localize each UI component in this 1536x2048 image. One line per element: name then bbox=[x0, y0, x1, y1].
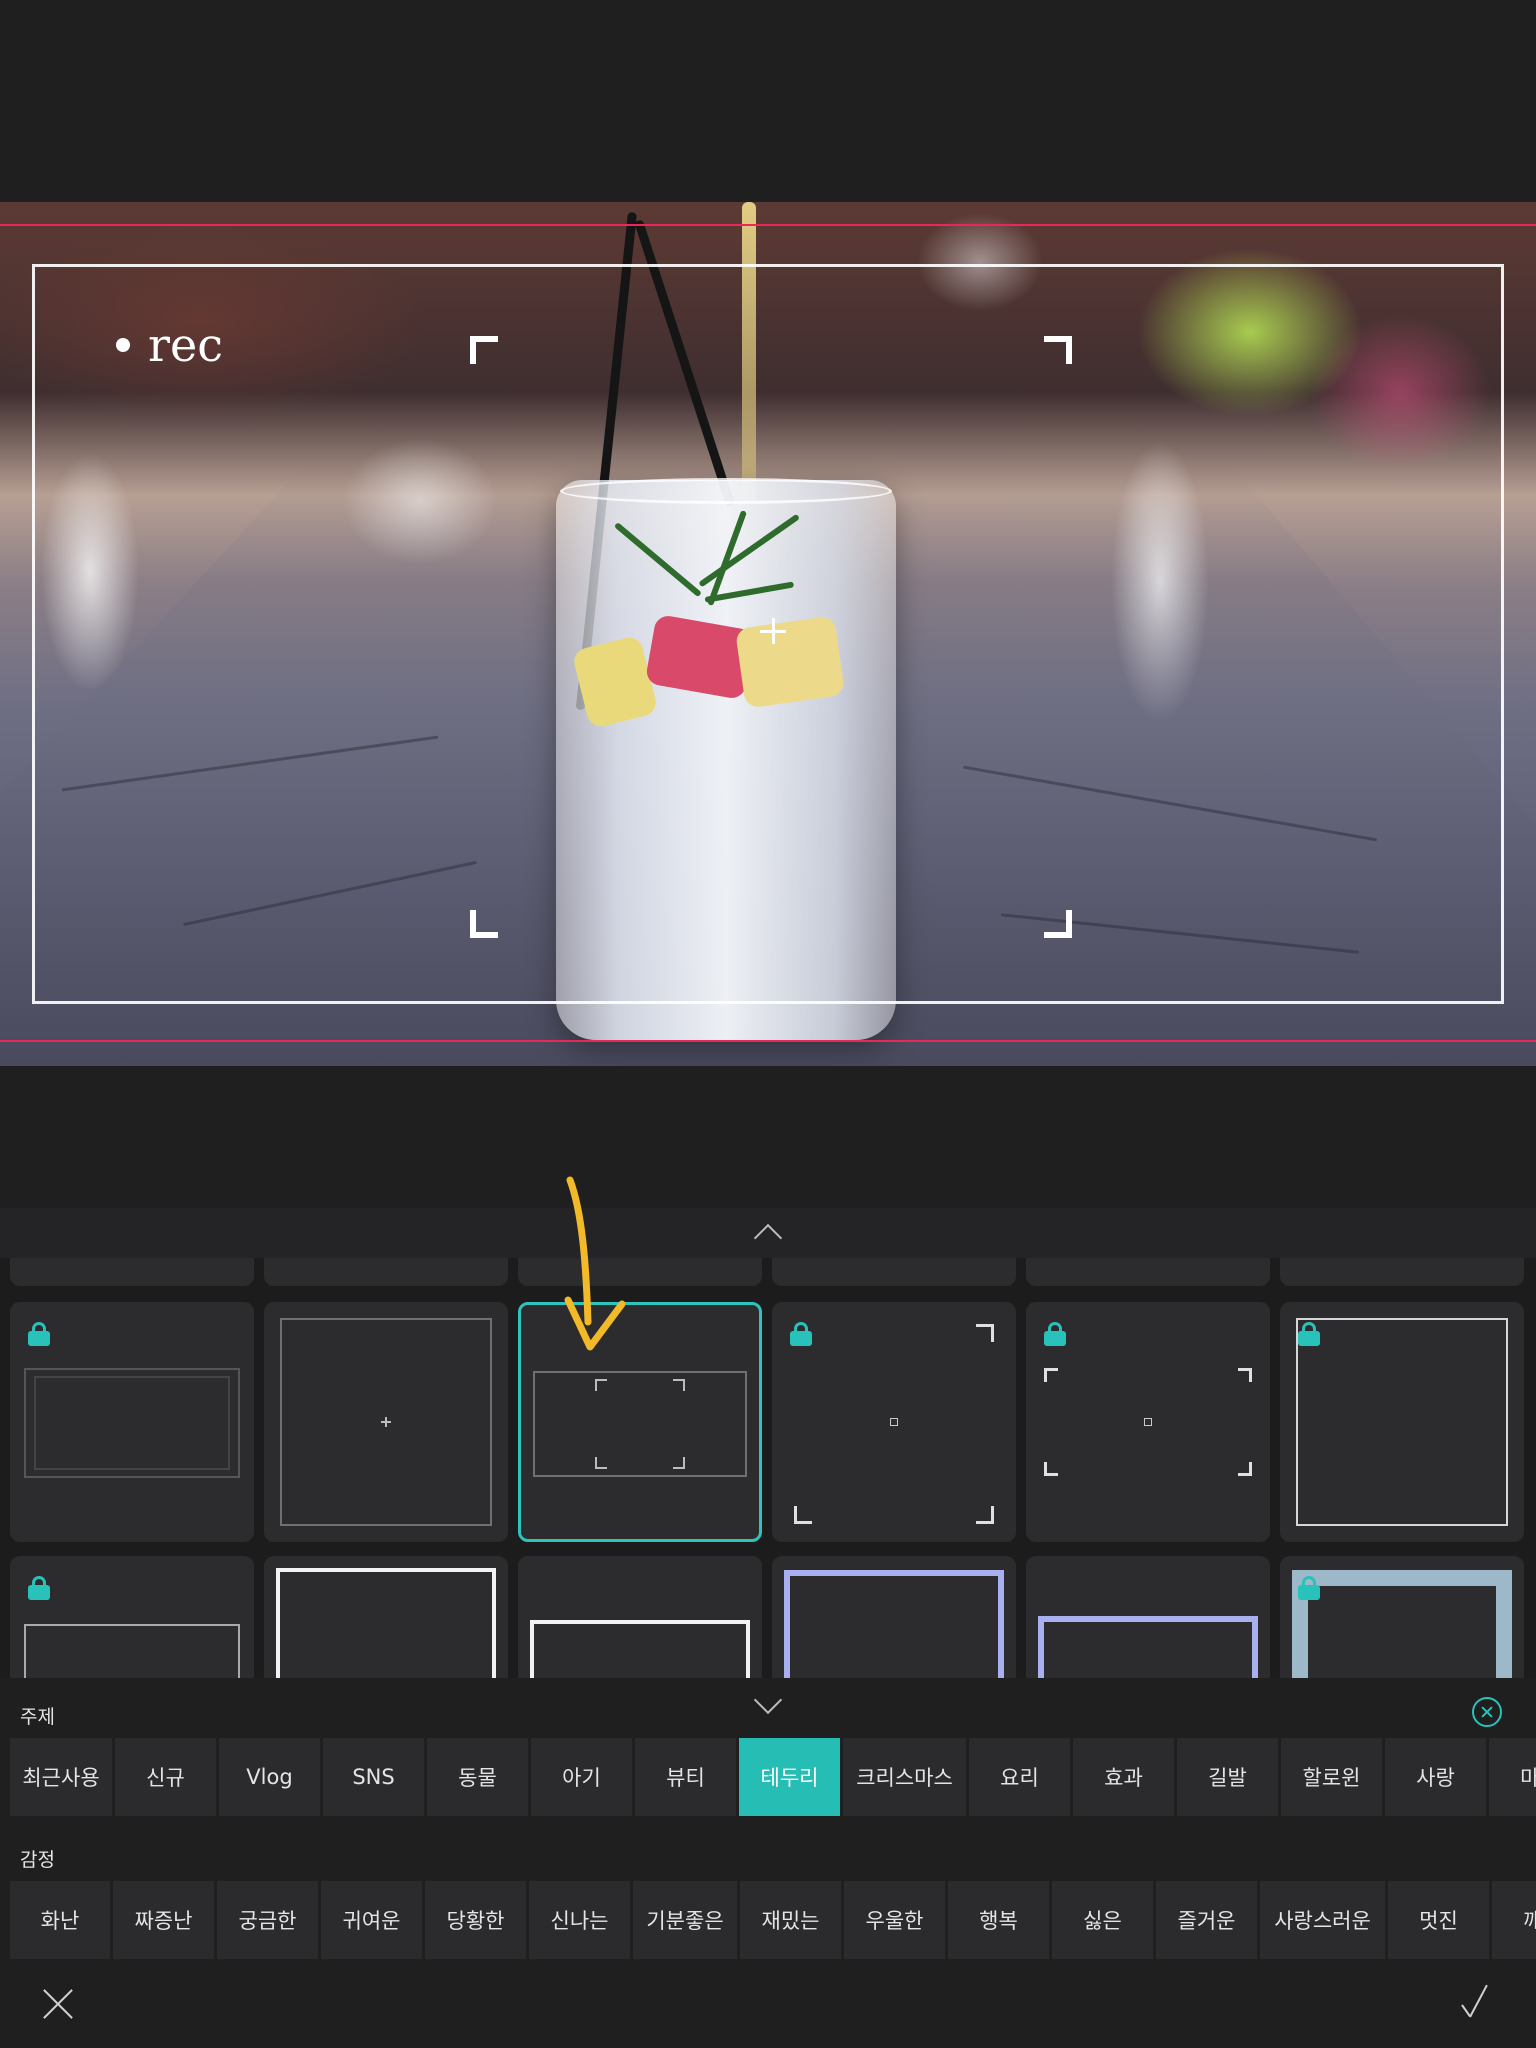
template-tile[interactable] bbox=[1026, 1258, 1270, 1286]
subject-category-row: 최근사용 신규 Vlog SNS 동물 아기 뷰티 테두리 크리스마스 요리 효… bbox=[10, 1738, 1536, 1816]
rec-dot-icon bbox=[116, 338, 130, 352]
chevron-down-icon[interactable] bbox=[753, 1685, 783, 1715]
subject-chip-effect[interactable]: 효과 bbox=[1073, 1738, 1174, 1816]
lock-icon bbox=[1044, 1322, 1066, 1346]
template-preview bbox=[34, 1376, 230, 1470]
emotion-chip-angry[interactable]: 화난 bbox=[10, 1881, 110, 1959]
template-tile[interactable] bbox=[10, 1258, 254, 1286]
emotion-chip-dislike[interactable]: 싫은 bbox=[1052, 1881, 1153, 1959]
emotion-chip-gloomy[interactable]: 우울한 bbox=[844, 1881, 945, 1959]
template-preview bbox=[533, 1371, 747, 1477]
corner-mark bbox=[1238, 1462, 1252, 1476]
template-tile[interactable] bbox=[1026, 1556, 1270, 1678]
check-icon[interactable] bbox=[1458, 1984, 1498, 2020]
template-tile[interactable] bbox=[10, 1556, 254, 1678]
emotion-chip-funny[interactable]: 재밌는 bbox=[740, 1881, 841, 1959]
template-tile[interactable] bbox=[518, 1302, 762, 1542]
template-preview bbox=[1038, 1616, 1258, 1678]
emotion-chip-cute[interactable]: 귀여운 bbox=[321, 1881, 422, 1959]
subject-chip-animal[interactable]: 동물 bbox=[427, 1738, 528, 1816]
center-mark bbox=[890, 1418, 898, 1426]
template-tile[interactable] bbox=[518, 1556, 762, 1678]
pointer-arrow-icon bbox=[564, 1176, 626, 1351]
emotion-chip-lovely[interactable]: 사랑스러운 bbox=[1260, 1881, 1385, 1959]
lock-icon bbox=[1298, 1576, 1320, 1600]
guide-line-top bbox=[0, 224, 1536, 226]
emotion-chip-joyful[interactable]: 즐거운 bbox=[1156, 1881, 1257, 1959]
lock-icon bbox=[28, 1576, 50, 1600]
focus-corner-top-right bbox=[1044, 336, 1072, 364]
center-mark bbox=[1144, 1418, 1152, 1426]
template-preview bbox=[530, 1620, 750, 1678]
close-icon[interactable] bbox=[42, 1988, 74, 2020]
template-tile[interactable] bbox=[264, 1302, 508, 1542]
template-preview bbox=[276, 1568, 496, 1678]
template-grid[interactable] bbox=[0, 1258, 1536, 1678]
subject-chip-love[interactable]: 사랑 bbox=[1385, 1738, 1486, 1816]
corner-mark bbox=[1044, 1462, 1058, 1476]
template-tile[interactable] bbox=[10, 1302, 254, 1542]
video-preview[interactable]: rec bbox=[0, 202, 1536, 1066]
subject-chip-new[interactable]: 신규 bbox=[115, 1738, 216, 1816]
template-tile[interactable] bbox=[772, 1556, 1016, 1678]
emotion-chip-excited[interactable]: 신나는 bbox=[529, 1881, 630, 1959]
template-preview bbox=[1292, 1570, 1512, 1678]
subject-chip-sns[interactable]: SNS bbox=[323, 1738, 424, 1816]
subject-chip-christmas[interactable]: 크리스마스 bbox=[843, 1738, 966, 1816]
rec-overlay: rec bbox=[116, 318, 223, 372]
subject-chip-border[interactable]: 테두리 bbox=[739, 1738, 840, 1816]
template-preview bbox=[784, 1570, 1004, 1678]
emotion-section-label: 감정 bbox=[20, 1849, 55, 1871]
focus-corner-bottom-right bbox=[1044, 910, 1072, 938]
corner-mark bbox=[673, 1379, 685, 1391]
rec-label: rec bbox=[148, 318, 223, 372]
corner-mark bbox=[794, 1506, 812, 1524]
lock-icon bbox=[28, 1322, 50, 1346]
subject-chip-recent[interactable]: 최근사용 bbox=[10, 1738, 112, 1816]
subject-chip-baby[interactable]: 아기 bbox=[531, 1738, 632, 1816]
subject-chip-halloween[interactable]: 할로윈 bbox=[1281, 1738, 1382, 1816]
subject-chip-11[interactable]: 길발 bbox=[1177, 1738, 1278, 1816]
guide-line-bottom bbox=[0, 1040, 1536, 1042]
template-tile[interactable] bbox=[1280, 1556, 1524, 1678]
template-tile[interactable] bbox=[772, 1258, 1016, 1286]
template-tile[interactable] bbox=[264, 1556, 508, 1678]
emotion-chip-cool[interactable]: 멋진 bbox=[1388, 1881, 1489, 1959]
corner-mark bbox=[976, 1506, 994, 1524]
subject-chip-14[interactable]: 마블 bbox=[1489, 1738, 1536, 1816]
focus-corner-top-left bbox=[470, 336, 498, 364]
subject-chip-beauty[interactable]: 뷰티 bbox=[635, 1738, 736, 1816]
lock-icon bbox=[790, 1322, 812, 1346]
emotion-chip-happy[interactable]: 행복 bbox=[948, 1881, 1049, 1959]
corner-mark bbox=[595, 1457, 607, 1469]
subject-section-label: 주제 bbox=[20, 1706, 55, 1728]
template-tile[interactable] bbox=[518, 1258, 762, 1286]
app: rec 주제 최근사용 신규 Vlog SNS 동물 아기 뷰티 테두리 크리스… bbox=[0, 0, 1536, 2048]
bottom-action-bar bbox=[0, 1960, 1536, 2048]
subject-chip-cooking[interactable]: 요리 bbox=[969, 1738, 1070, 1816]
template-tile[interactable] bbox=[264, 1258, 508, 1286]
corner-mark bbox=[595, 1379, 607, 1391]
crosshair-icon bbox=[381, 1417, 391, 1427]
subject-chip-vlog[interactable]: Vlog bbox=[219, 1738, 320, 1816]
corner-mark bbox=[1044, 1368, 1058, 1382]
emotion-chip-annoyed[interactable]: 짜증난 bbox=[113, 1881, 214, 1959]
emotion-chip-flustered[interactable]: 당황한 bbox=[425, 1881, 526, 1959]
emotion-chip-14[interactable]: 깨끗 bbox=[1492, 1881, 1536, 1959]
focus-corner-bottom-left bbox=[470, 910, 498, 938]
template-preview bbox=[1296, 1318, 1508, 1526]
corner-mark bbox=[1238, 1368, 1252, 1382]
crosshair-icon bbox=[760, 618, 786, 644]
emotion-chip-good-mood[interactable]: 기분좋은 bbox=[633, 1881, 737, 1959]
circle-close-icon[interactable] bbox=[1472, 1697, 1502, 1727]
template-tile[interactable] bbox=[1280, 1258, 1524, 1286]
template-tile[interactable] bbox=[1280, 1302, 1524, 1542]
template-preview bbox=[24, 1624, 240, 1678]
emotion-chip-curious[interactable]: 궁금한 bbox=[217, 1881, 318, 1959]
emotion-category-row: 화난 짜증난 궁금한 귀여운 당황한 신나는 기분좋은 재밌는 우울한 행복 싫… bbox=[10, 1881, 1536, 1959]
corner-mark bbox=[673, 1457, 685, 1469]
template-tile[interactable] bbox=[1026, 1302, 1270, 1542]
template-tile[interactable] bbox=[772, 1302, 1016, 1542]
corner-mark bbox=[976, 1324, 994, 1342]
